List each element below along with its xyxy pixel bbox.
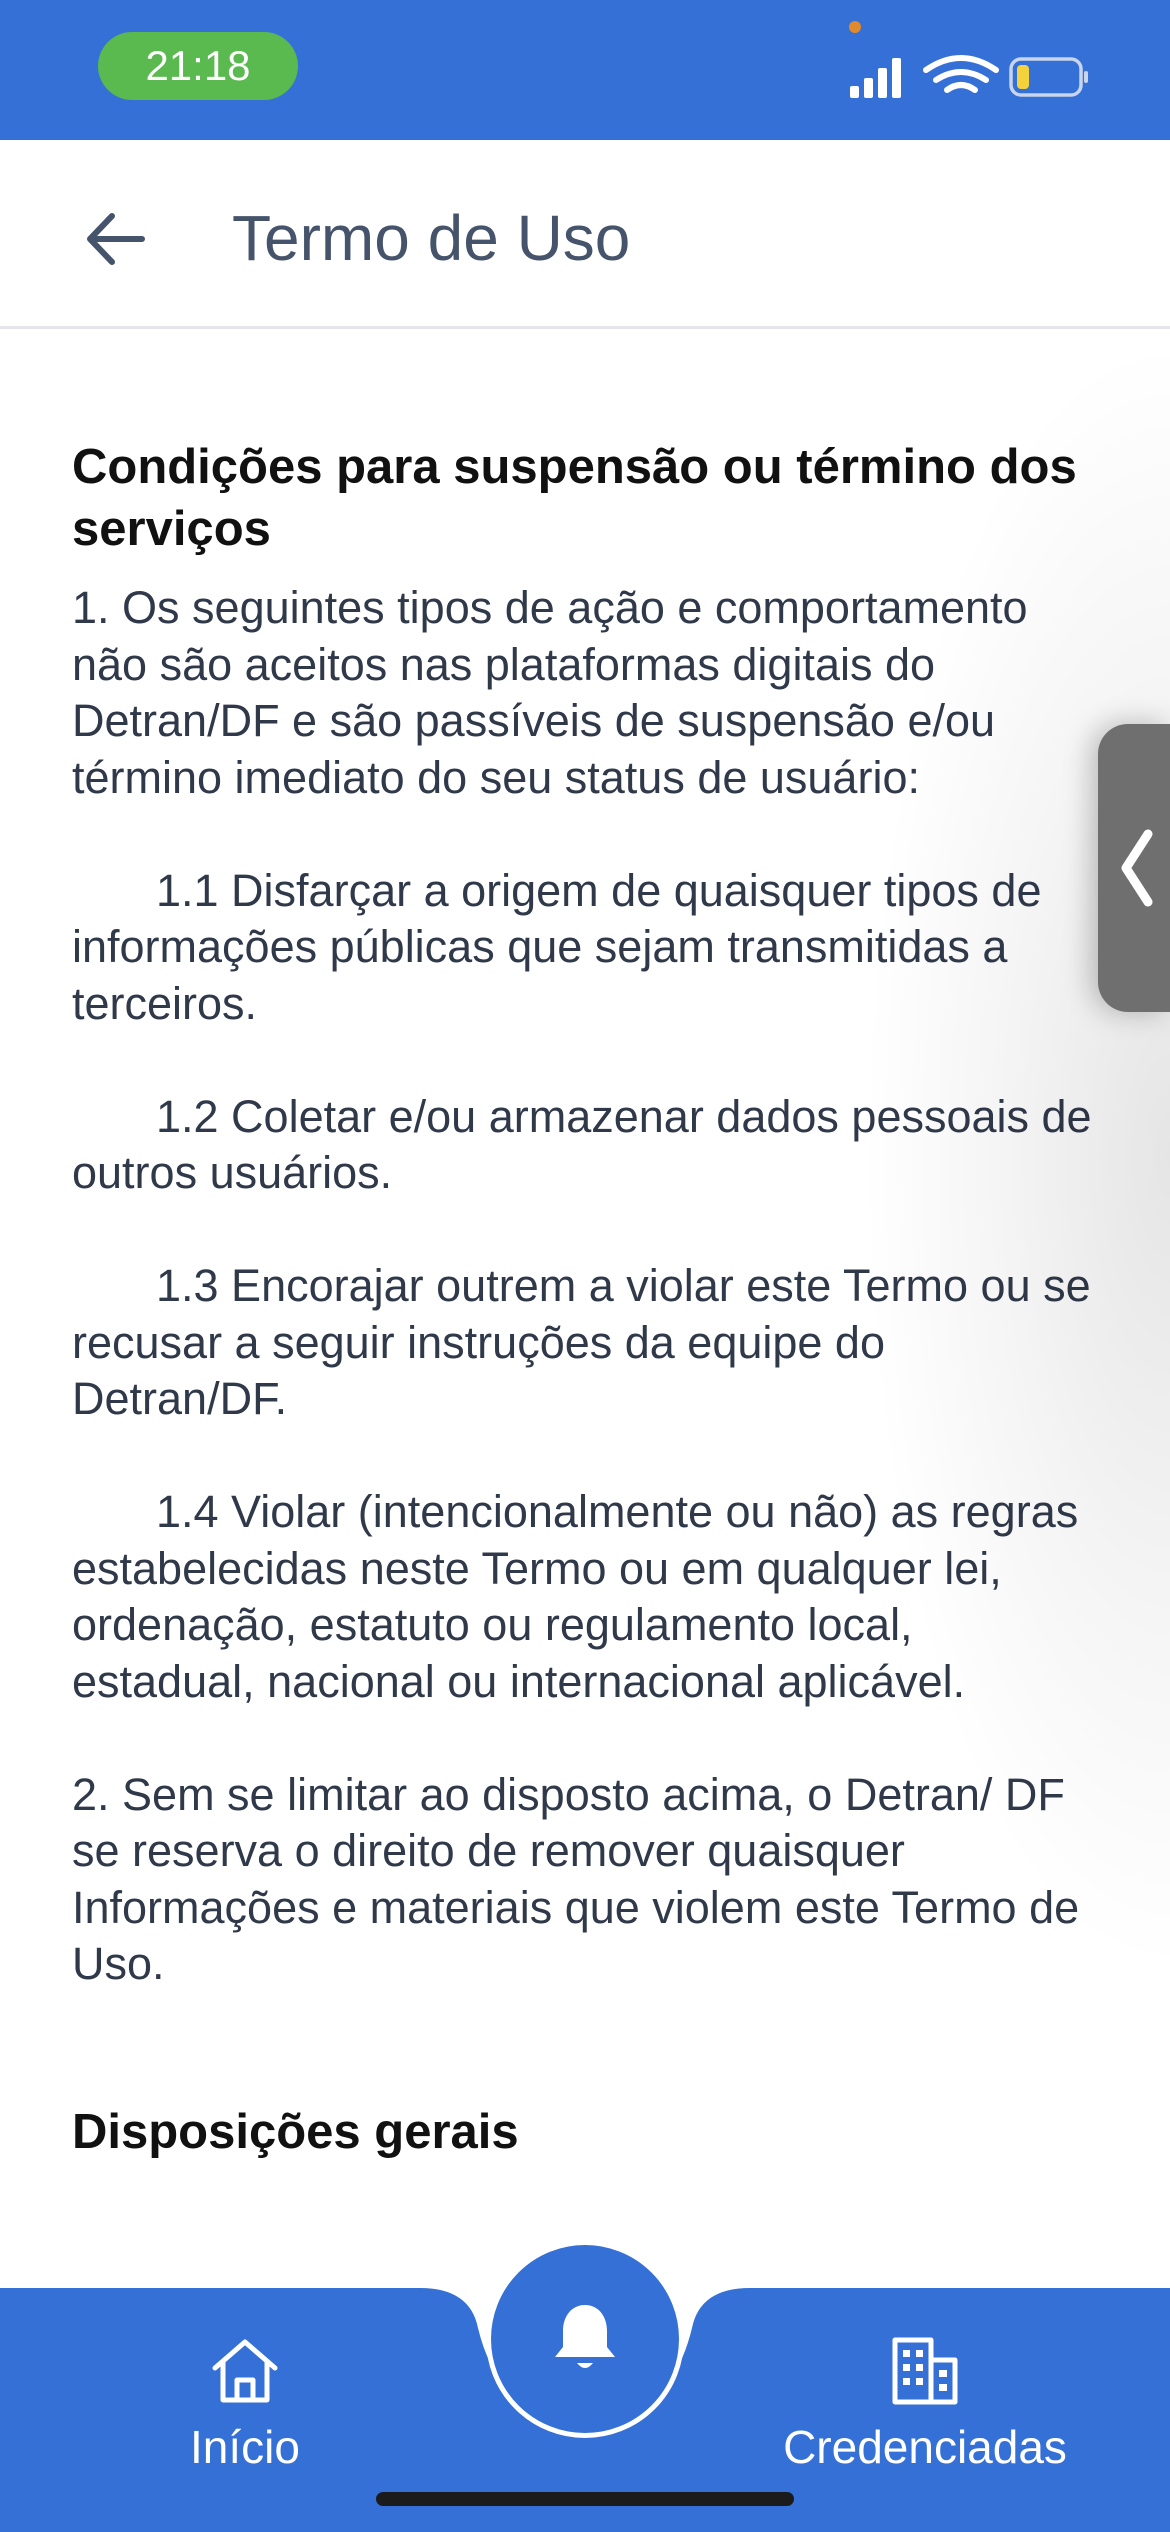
terms-content: Condições para suspensão ou término dos … — [72, 326, 1102, 2163]
bell-icon — [555, 2305, 615, 2368]
page-title: Termo de Uso — [232, 202, 631, 274]
signal-icon — [850, 58, 901, 98]
section-title-general: Disposições gerais — [72, 2104, 519, 2159]
section-title-suspension: Condições para suspensão ou término dos … — [72, 440, 1077, 556]
nav-label-accredited: Credenciadas — [783, 2421, 1067, 2473]
status-icons — [850, 55, 1088, 98]
building-icon — [892, 2337, 958, 2405]
back-arrow-icon[interactable] — [70, 194, 160, 284]
camera-indicator-dot — [849, 21, 861, 33]
status-time: 21:18 — [98, 32, 298, 100]
paragraph-2: 2. Sem se limitar ao disposto acima, o D… — [72, 1768, 1080, 1990]
nav-item-accredited[interactable]: Credenciadas — [760, 2288, 1090, 2532]
paragraph-1-4: 1.4 Violar (intencionalmente ou não) as … — [72, 1486, 1079, 1707]
app-header: Termo de Uso — [0, 140, 1170, 329]
nav-label-home: Início — [190, 2421, 300, 2473]
home-indicator — [376, 2492, 794, 2506]
content-top-spacer — [72, 326, 1102, 436]
paragraph-1: 1. Os seguintes tipos de ação e comporta… — [72, 582, 1028, 803]
status-bar: 21:18 — [0, 0, 1170, 140]
side-panel-handle[interactable] — [1098, 724, 1170, 1012]
notifications-button[interactable] — [486, 2240, 684, 2438]
battery-icon — [1009, 57, 1088, 97]
paragraph-1-1: 1.1 Disfarçar a origem de quaisquer tipo… — [72, 864, 1042, 1029]
paragraph-1-3: 1.3 Encorajar outrem a violar este Termo… — [72, 1260, 1091, 1424]
paragraph-1-2: 1.2 Coletar e/ou armazenar dados pessoai… — [72, 1090, 1092, 1199]
chevron-left-icon — [1121, 829, 1153, 907]
home-icon — [212, 2339, 278, 2403]
nav-item-home[interactable]: Início — [130, 2288, 360, 2532]
wifi-icon — [923, 55, 999, 93]
